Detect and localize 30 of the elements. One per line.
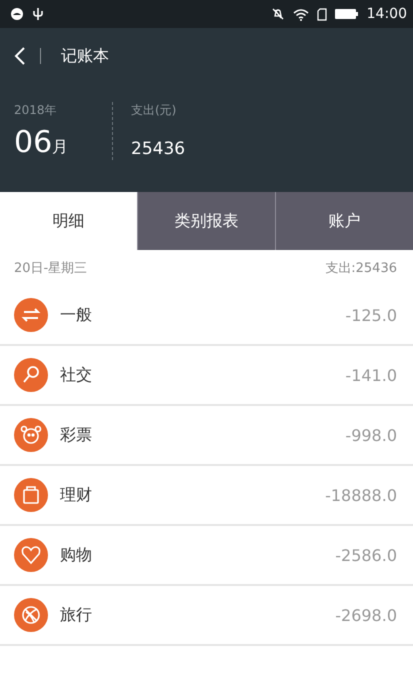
status-time: 14:00 (366, 6, 407, 22)
category-name: 旅行 (60, 604, 92, 626)
amount: -125.0 (345, 306, 397, 324)
tab[interactable]: 明细 (0, 192, 137, 250)
day-date: 20日-星期三 (14, 260, 88, 277)
month-label: 06月 (14, 125, 70, 160)
face-icon (14, 418, 48, 452)
arrows-icon (14, 298, 48, 332)
amount: -2586.0 (335, 546, 397, 564)
wifi-icon (292, 8, 309, 20)
expense-label: 支出(元) (131, 102, 178, 119)
category-name: 购物 (60, 544, 92, 566)
mute-icon (270, 7, 285, 21)
back-icon[interactable] (14, 46, 26, 66)
battery-icon (334, 8, 359, 20)
amount: -141.0 (345, 366, 397, 384)
bag-icon (14, 478, 48, 512)
amount: -998.0 (345, 426, 397, 444)
usb-icon (32, 7, 44, 21)
app-title: 记账本 (61, 46, 109, 66)
year-label: 2018年 (14, 102, 58, 119)
category-name: 理财 (60, 484, 92, 506)
expense-total: 25436 (131, 139, 186, 159)
category-name: 社交 (60, 364, 92, 386)
category-name: 一般 (60, 304, 92, 326)
sim-icon (316, 8, 327, 20)
amount: -2698.0 (335, 606, 397, 624)
day-summary: 支出:25436 (325, 260, 397, 277)
category-name: 彩票 (60, 424, 92, 446)
amount: -18888.0 (325, 486, 397, 504)
